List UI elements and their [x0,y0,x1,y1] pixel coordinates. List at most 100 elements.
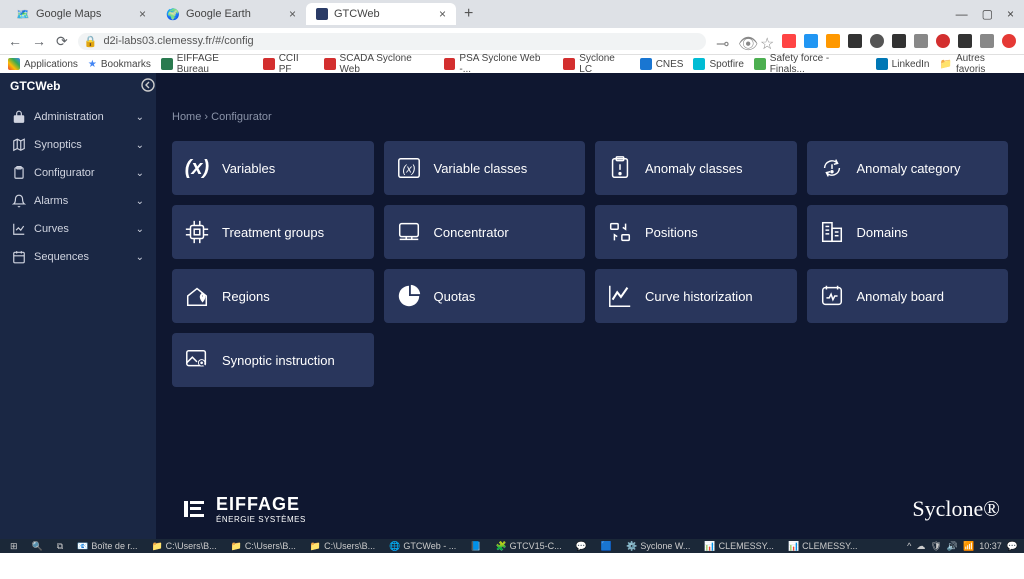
ext-icon[interactable] [958,34,972,48]
bookmark-bookmarks[interactable]: ★Bookmarks [88,59,151,70]
taskbar-item[interactable]: 🌐GTCWeb - ... [385,541,460,552]
ext-icon[interactable] [848,34,862,48]
bookmark-psa[interactable]: PSA Syclone Web -... [444,53,554,75]
tab-gtcweb[interactable]: GTCWeb × [306,3,456,25]
extension-icons: ⊸ 👁 ☆ [716,34,1016,48]
minimize-icon[interactable]: — [956,7,968,21]
sidebar-item-configurator[interactable]: Configurator ⌄ [0,159,156,187]
card-positions[interactable]: Positions [595,205,797,259]
chevron-down-icon: ⌄ [136,112,144,123]
card-label: Treatment groups [222,225,324,240]
sidebar-item-label: Curves [34,223,69,235]
sidebar-item-administration[interactable]: Administration ⌄ [0,103,156,131]
url-input[interactable]: 🔒 d2i-labs03.clemessy.fr/#/config [78,33,706,50]
bookmark-eiffage[interactable]: EIFFAGE Bureau [161,53,253,75]
back-button[interactable]: ← [8,33,22,49]
clock[interactable]: 10:37 [979,541,1002,551]
ext-icon[interactable] [826,34,840,48]
notifications-icon[interactable]: 💬 [1007,541,1018,552]
card-curve-historization[interactable]: Curve historization [595,269,797,323]
chart-wave-icon [607,283,633,309]
ext-icon[interactable] [914,34,928,48]
card-anomaly-category[interactable]: Anomaly category [807,141,1009,195]
card-variables[interactable]: (x) Variables [172,141,374,195]
browser-chrome: 🗺️ Google Maps × 🌍 Google Earth × GTCWeb… [0,0,1024,73]
taskbar-item[interactable]: 🧩GTCV15-C... [491,541,565,552]
taskbar-item[interactable]: 📊CLEMESSY... [700,541,778,552]
bookmark-spotfire[interactable]: Spotfire [693,58,743,70]
chevron-down-icon: ⌄ [136,196,144,207]
bookmark-linkedin[interactable]: LinkedIn [876,58,930,70]
lock-icon [12,110,26,124]
sidebar-item-alarms[interactable]: Alarms ⌄ [0,187,156,215]
bookmark-apps[interactable]: Applications [8,58,78,70]
card-domains[interactable]: Domains [807,205,1009,259]
taskbar-item[interactable]: 📁C:\Users\B... [147,541,220,552]
task-view-icon[interactable]: ⧉ [53,541,67,552]
sidebar-item-sequences[interactable]: Sequences ⌄ [0,243,156,271]
eiffage-logo-icon [180,495,208,523]
card-treatment-groups[interactable]: Treatment groups [172,205,374,259]
card-anomaly-classes[interactable]: Anomaly classes [595,141,797,195]
star-icon[interactable]: ☆ [760,34,774,48]
close-window-icon[interactable]: × [1007,7,1014,21]
bookmark-scada[interactable]: SCADA Syclone Web [324,53,434,75]
card-label: Concentrator [434,225,509,240]
ext-icon[interactable] [782,34,796,48]
sidebar-item-label: Synoptics [34,139,82,151]
avatar-icon[interactable] [1002,34,1016,48]
card-quotas[interactable]: Quotas [384,269,586,323]
bookmark-safety[interactable]: Safety force - Finals... [754,53,866,75]
collapse-sidebar-icon[interactable] [140,77,156,96]
eye-icon[interactable]: 👁 [738,34,752,48]
taskbar-item[interactable]: 📁C:\Users\B... [227,541,300,552]
close-icon[interactable]: × [139,7,146,21]
taskbar-item[interactable]: 📧Boîte de r... [73,541,141,552]
ext-icon[interactable] [804,34,818,48]
bookmark-cnes[interactable]: CNES [640,58,684,70]
key-icon[interactable]: ⊸ [716,34,730,48]
sidebar-item-synoptics[interactable]: Synoptics ⌄ [0,131,156,159]
ext-icon[interactable] [980,34,994,48]
close-icon[interactable]: × [439,7,446,21]
forward-button[interactable]: → [32,33,46,49]
taskbar-item[interactable]: 📁C:\Users\B... [306,541,379,552]
tab-google-maps[interactable]: 🗺️ Google Maps × [6,3,156,25]
tray-icon[interactable]: 🛡 [930,541,941,552]
close-icon[interactable]: × [289,7,296,21]
card-label: Quotas [434,289,476,304]
tab-google-earth[interactable]: 🌍 Google Earth × [156,3,306,25]
card-anomaly-board[interactable]: Anomaly board [807,269,1009,323]
card-variable-classes[interactable]: (x) Variable classes [384,141,586,195]
sidebar-item-curves[interactable]: Curves ⌄ [0,215,156,243]
maximize-icon[interactable]: ▢ [982,7,993,21]
taskbar-item[interactable]: 💬 [572,541,591,552]
ext-icon[interactable] [870,34,884,48]
ext-icon[interactable] [936,34,950,48]
taskbar-item[interactable]: 📊CLEMESSY... [784,541,862,552]
card-concentrator[interactable]: Concentrator [384,205,586,259]
fx-box-icon: (x) [396,155,422,181]
taskbar-item[interactable]: 🟦 [597,541,616,552]
tray-icon[interactable]: ☁ [916,541,925,552]
bookmark-ccii[interactable]: CCII PF [263,53,314,75]
card-grid: (x) Variables (x) Variable classes Anoma… [156,131,1024,397]
taskbar-item[interactable]: ⚙️Syclone W... [622,541,694,552]
reload-button[interactable]: ⟳ [56,33,68,50]
tray-icon[interactable]: 📶 [963,541,974,552]
bookmark-syclone-lc[interactable]: Syclone LC [563,53,629,75]
bookmark-overflow[interactable]: 📁Autres favoris [939,53,1016,75]
card-regions[interactable]: Regions [172,269,374,323]
bell-icon [12,194,26,208]
ext-icon[interactable] [892,34,906,48]
taskbar-item[interactable]: 📘 [466,541,485,552]
card-synoptic-instruction[interactable]: Synoptic instruction [172,333,374,387]
tray-icon[interactable]: 🔊 [947,541,958,552]
breadcrumb-home[interactable]: Home [172,111,201,123]
clipboard-icon [12,166,26,180]
new-tab-button[interactable]: + [456,5,481,23]
start-button[interactable]: ⊞ [6,541,22,552]
tray-icon[interactable]: ^ [907,541,911,551]
sidebar-item-label: Alarms [34,195,68,207]
search-icon[interactable]: 🔍 [28,541,47,552]
